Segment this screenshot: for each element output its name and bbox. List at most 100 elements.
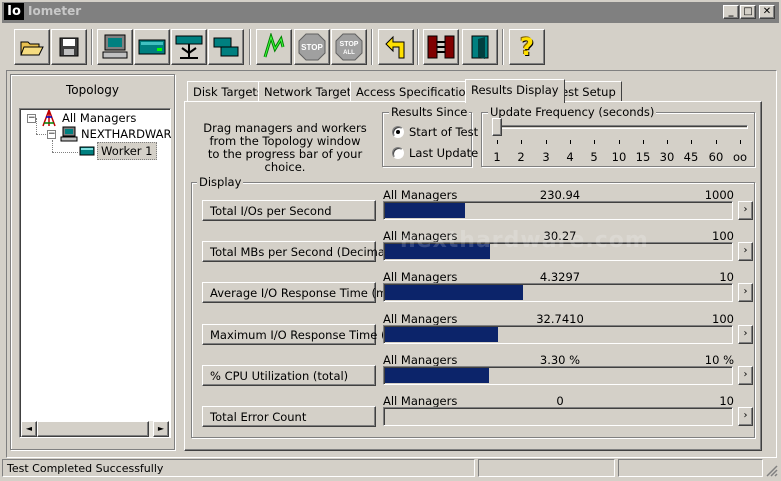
scroll-left-button[interactable]: ◄ (21, 421, 37, 437)
status-pane (618, 459, 763, 477)
scroll-thumb[interactable] (37, 421, 149, 437)
radio-start-of-test[interactable] (392, 126, 404, 138)
metric-source-label: All Managers (383, 312, 458, 326)
tab-results-display[interactable]: Results Display (465, 79, 565, 103)
tree-item-manager[interactable]: NEXTHARDWAR (81, 127, 172, 141)
topology-title: Topology (66, 83, 119, 97)
worker-config-button[interactable] (423, 29, 459, 65)
frequency-tick-label: oo (732, 150, 748, 164)
metric-expand-button[interactable]: › (738, 283, 753, 302)
metric-max: 1000 (704, 188, 734, 202)
exit-icon (471, 35, 489, 59)
metric-value: 4.3297 (539, 270, 581, 284)
metric-progress-fill (385, 203, 465, 218)
metric-value: 32.7410 (536, 312, 584, 326)
worker-config-icon (427, 35, 455, 59)
title-bar[interactable] (2, 2, 779, 23)
toolbar-separator (502, 29, 504, 65)
collapse-all-managers[interactable]: − (27, 114, 36, 123)
minimize-button[interactable]: _ (723, 5, 739, 19)
metric-value: 3.30 % (539, 353, 581, 367)
frequency-tick-mark (497, 140, 498, 144)
metric-progress-bar (383, 407, 733, 426)
frequency-tick-mark (619, 140, 620, 144)
help-icon: ? (520, 33, 534, 61)
watermark: nexthardware.com (400, 228, 649, 253)
save-button[interactable] (51, 29, 87, 65)
toolbar-separator (417, 29, 419, 65)
reset-workers-button[interactable] (378, 29, 414, 65)
duplicate-worker-button[interactable] (208, 29, 244, 65)
radio-start-of-test-label[interactable]: Start of Test (409, 125, 478, 139)
frequency-tick-label: 10 (611, 150, 627, 164)
all-managers-icon (42, 109, 56, 127)
open-button[interactable] (14, 29, 50, 65)
metric-select-button[interactable]: Total I/Os per Second (202, 200, 376, 221)
update-frequency-title: Update Frequency (seconds) (488, 105, 657, 119)
metric-max: 100 (712, 312, 734, 326)
stop-all-button[interactable]: STOP ALL (331, 29, 367, 65)
frequency-tick-label: 3 (542, 150, 550, 164)
radio-last-update[interactable] (392, 147, 404, 159)
results-since-title: Results Since (389, 105, 470, 119)
stop-icon: STOP (298, 33, 326, 61)
metric-progress-bar (383, 201, 733, 220)
maximize-button[interactable]: □ (740, 5, 756, 19)
new-network-worker-button[interactable] (171, 29, 207, 65)
resize-grip-icon[interactable] (764, 463, 778, 477)
tree-item-all-managers[interactable]: All Managers (62, 111, 136, 125)
metric-progress-bar (383, 366, 733, 385)
radio-last-update-label[interactable]: Last Update (409, 146, 478, 160)
tree-item-worker[interactable]: Worker 1 (97, 142, 157, 160)
metric-expand-button[interactable]: › (738, 201, 753, 220)
metric-expand-button[interactable]: › (738, 366, 753, 385)
start-tests-icon (263, 33, 285, 58)
metric-expand-button[interactable]: › (738, 242, 753, 261)
new-manager-button[interactable] (97, 29, 133, 65)
tab-disk-targets[interactable]: Disk Targets (187, 81, 269, 102)
svg-text:STOP: STOP (301, 43, 323, 52)
new-disk-worker-button[interactable] (134, 29, 170, 65)
metric-progress-bar (383, 283, 733, 302)
app-icon: Io (4, 3, 24, 20)
toolbar-separator (371, 29, 373, 65)
stop-button[interactable]: STOP (294, 29, 330, 65)
exit-button[interactable] (462, 29, 498, 65)
open-folder-icon (20, 41, 44, 56)
metric-select-button[interactable]: Maximum I/O Response Time (ms) (202, 324, 407, 345)
frequency-tick-label: 45 (683, 150, 699, 164)
frequency-tick-label: 15 (635, 150, 651, 164)
save-disk-icon (59, 37, 79, 57)
metric-value: 230.94 (539, 188, 581, 202)
tab-network-targets[interactable]: Network Targets (258, 81, 364, 102)
update-frequency-slider-thumb[interactable] (492, 118, 502, 136)
svg-text:STOP: STOP (340, 41, 359, 48)
toolbar-separator (91, 29, 93, 65)
scroll-right-button[interactable]: ► (153, 421, 169, 437)
tree-line (36, 118, 37, 134)
frequency-tick-mark (521, 140, 522, 144)
frequency-tick-mark (546, 140, 547, 144)
metric-expand-button[interactable]: › (738, 325, 753, 344)
metric-max: 100 (712, 229, 734, 243)
metric-expand-button[interactable]: › (738, 407, 753, 426)
frequency-tick-mark (570, 140, 571, 144)
help-button[interactable]: ? (509, 29, 545, 65)
collapse-manager[interactable]: − (47, 130, 56, 139)
metric-source-label: All Managers (383, 270, 458, 284)
metric-select-button[interactable]: Total MBs per Second (Decimal) (202, 241, 393, 262)
update-frequency-track[interactable] (493, 125, 748, 129)
frequency-tick-mark (691, 140, 692, 144)
close-button[interactable]: ✕ (759, 5, 775, 19)
new-manager-icon (102, 34, 128, 59)
metric-source-label: All Managers (383, 353, 458, 367)
metric-value: 0 (556, 394, 564, 408)
start-tests-button[interactable] (256, 29, 292, 65)
metric-select-button[interactable]: % CPU Utilization (total) (202, 365, 376, 386)
tree-line (52, 152, 78, 153)
metric-select-button[interactable]: Average I/O Response Time (ms) (202, 282, 398, 303)
metric-select-button[interactable]: Total Error Count (202, 406, 376, 427)
drag-instructions: Drag managers and workers from the Topol… (195, 122, 375, 174)
tree-line (36, 134, 46, 135)
metric-progress-fill (385, 368, 489, 383)
